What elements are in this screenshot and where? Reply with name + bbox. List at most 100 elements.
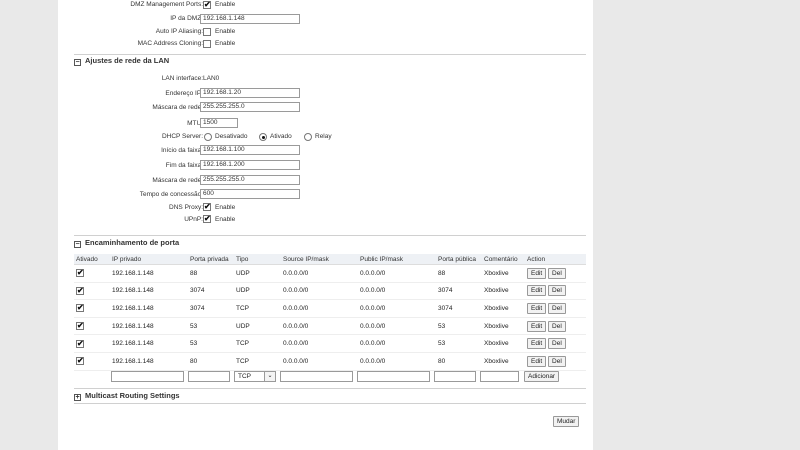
col-header-private-port: Porta privada bbox=[188, 254, 234, 265]
new-private-port-input[interactable] bbox=[188, 371, 230, 382]
mtu-input[interactable]: 1500 bbox=[200, 118, 238, 128]
delete-button[interactable]: Del bbox=[548, 285, 566, 297]
dhcp-radio-disabled[interactable] bbox=[204, 133, 212, 141]
settings-panel: DMZ Management Ports: ✔ Enable IP da DMZ… bbox=[58, 0, 593, 450]
delete-button[interactable]: Del bbox=[548, 267, 566, 279]
lan-mask-input[interactable]: 255.255.255.0 bbox=[200, 102, 300, 112]
portfwd-section-header[interactable]: − Encaminhamento de porta bbox=[74, 238, 179, 248]
dns-proxy-label: DNS Proxy: bbox=[169, 204, 203, 211]
edit-button[interactable]: Edit bbox=[527, 285, 547, 297]
cell-type: UDP bbox=[234, 264, 281, 283]
col-header-type: Tipo bbox=[234, 254, 281, 265]
range-end-label: Fim da faixa: bbox=[165, 162, 203, 169]
dmz-ip-label: IP da DMZ: bbox=[170, 15, 203, 22]
lan-section-header[interactable]: − Ajustes de rede da LAN bbox=[74, 56, 169, 66]
col-header-action: Action bbox=[525, 254, 586, 265]
delete-button[interactable]: Del bbox=[548, 320, 566, 332]
cell-private-ip: 192.168.1.148 bbox=[110, 299, 188, 318]
divider bbox=[74, 388, 586, 389]
range-end-input[interactable]: 192.168.1.200 bbox=[200, 160, 300, 170]
row-enabled-checkbox[interactable]: ✔ bbox=[76, 286, 84, 295]
dhcp-mask-label: Máscara de rede: bbox=[152, 177, 203, 184]
new-public-ip-input[interactable] bbox=[357, 371, 430, 382]
upnp-label: UPnP: bbox=[184, 216, 203, 223]
cell-type: TCP bbox=[234, 334, 281, 353]
cell-comment: Xboxlive bbox=[482, 282, 525, 301]
dhcp-label: DHCP Server: bbox=[161, 133, 203, 140]
row-enabled-checkbox[interactable]: ✔ bbox=[76, 269, 84, 278]
range-start-input[interactable]: 192.168.1.100 bbox=[200, 145, 300, 155]
upnp-enable-label: Enable bbox=[215, 216, 236, 223]
dhcp-option-relay: Relay bbox=[315, 133, 332, 140]
divider bbox=[74, 403, 586, 404]
row-enabled-checkbox[interactable]: ✔ bbox=[76, 304, 84, 313]
dhcp-mask-input[interactable]: 255.255.255.0 bbox=[200, 175, 300, 185]
dhcp-option-enabled: Ativado bbox=[270, 133, 292, 140]
edit-button[interactable]: Edit bbox=[527, 320, 547, 332]
table-row: ✔ 192.168.1.148 3074 UDP 0.0.0.0/0 0.0.0… bbox=[74, 282, 586, 301]
auto-ip-enable-label: Enable bbox=[215, 28, 236, 35]
divider bbox=[74, 54, 586, 55]
cell-public-ip: 0.0.0.0/0 bbox=[358, 334, 436, 353]
cell-source-ip: 0.0.0.0/0 bbox=[281, 317, 358, 336]
expand-icon[interactable]: + bbox=[74, 394, 81, 401]
cell-public-port: 53 bbox=[436, 334, 482, 353]
table-row: ✔ 192.168.1.148 80 TCP 0.0.0.0/0 0.0.0.0… bbox=[74, 352, 586, 371]
edit-button[interactable]: Edit bbox=[527, 338, 547, 350]
multicast-section-header[interactable]: + Multicast Routing Settings bbox=[74, 391, 180, 401]
cell-private-port: 3074 bbox=[188, 299, 234, 318]
cell-private-port: 88 bbox=[188, 264, 234, 283]
chevron-down-icon: ⌄ bbox=[264, 372, 275, 381]
edit-button[interactable]: Edit bbox=[527, 267, 547, 279]
cell-comment: Xboxlive bbox=[482, 352, 525, 371]
col-header-private-ip: IP privado bbox=[110, 254, 188, 265]
row-enabled-checkbox[interactable]: ✔ bbox=[76, 339, 84, 348]
edit-button[interactable]: Edit bbox=[527, 355, 547, 367]
cell-public-ip: 0.0.0.0/0 bbox=[358, 282, 436, 301]
row-enabled-checkbox[interactable]: ✔ bbox=[76, 322, 84, 331]
auto-ip-checkbox[interactable] bbox=[203, 28, 211, 36]
dmz-mgmt-enable-label: Enable bbox=[215, 1, 236, 8]
delete-button[interactable]: Del bbox=[548, 302, 566, 314]
new-private-ip-input[interactable] bbox=[111, 371, 184, 382]
add-button[interactable]: Adicionar bbox=[524, 371, 560, 382]
lease-time-input[interactable]: 600 bbox=[200, 189, 300, 199]
table-row: ✔ 192.168.1.148 53 UDP 0.0.0.0/0 0.0.0.0… bbox=[74, 317, 586, 336]
dns-proxy-enable-label: Enable bbox=[215, 204, 236, 211]
new-comment-input[interactable] bbox=[480, 371, 519, 382]
dmz-ip-input[interactable]: 192.168.1.148 bbox=[200, 14, 300, 24]
cell-comment: Xboxlive bbox=[482, 299, 525, 318]
dhcp-radio-enabled[interactable] bbox=[259, 133, 267, 141]
collapse-icon[interactable]: − bbox=[74, 241, 81, 248]
delete-button[interactable]: Del bbox=[548, 338, 566, 350]
new-public-port-input[interactable] bbox=[434, 371, 476, 382]
dns-proxy-checkbox[interactable]: ✔ bbox=[203, 203, 211, 211]
cell-public-port: 3074 bbox=[436, 299, 482, 318]
col-header-source-ip: Source IP/mask bbox=[281, 254, 358, 265]
cell-public-port: 3074 bbox=[436, 282, 482, 301]
auto-ip-label: Auto IP Aliasing: bbox=[155, 28, 203, 35]
cell-private-ip: 192.168.1.148 bbox=[110, 334, 188, 353]
new-type-select[interactable]: TCP ⌄ bbox=[234, 371, 276, 382]
submit-button[interactable]: Mudar bbox=[553, 416, 580, 427]
collapse-icon[interactable]: − bbox=[74, 59, 81, 66]
dhcp-radio-relay[interactable] bbox=[304, 133, 312, 141]
col-header-public-ip: Public IP/mask bbox=[358, 254, 436, 265]
cell-public-port: 88 bbox=[436, 264, 482, 283]
lan-section-title: Ajustes de rede da LAN bbox=[85, 56, 170, 65]
mac-clone-checkbox[interactable] bbox=[203, 40, 211, 48]
cell-public-ip: 0.0.0.0/0 bbox=[358, 299, 436, 318]
edit-button[interactable]: Edit bbox=[527, 302, 547, 314]
lan-ip-label: Endereço IP: bbox=[165, 90, 203, 97]
dmz-mgmt-checkbox[interactable]: ✔ bbox=[203, 1, 211, 9]
lan-ip-input[interactable]: 192.168.1.20 bbox=[200, 88, 300, 98]
delete-button[interactable]: Del bbox=[548, 355, 566, 367]
mac-clone-enable-label: Enable bbox=[215, 40, 236, 47]
new-source-ip-input[interactable] bbox=[280, 371, 353, 382]
dmz-mgmt-label: DMZ Management Ports: bbox=[130, 1, 203, 8]
row-enabled-checkbox[interactable]: ✔ bbox=[76, 357, 84, 366]
upnp-checkbox[interactable]: ✔ bbox=[203, 215, 211, 223]
cell-private-ip: 192.168.1.148 bbox=[110, 264, 188, 283]
cell-private-ip: 192.168.1.148 bbox=[110, 317, 188, 336]
cell-source-ip: 0.0.0.0/0 bbox=[281, 299, 358, 318]
